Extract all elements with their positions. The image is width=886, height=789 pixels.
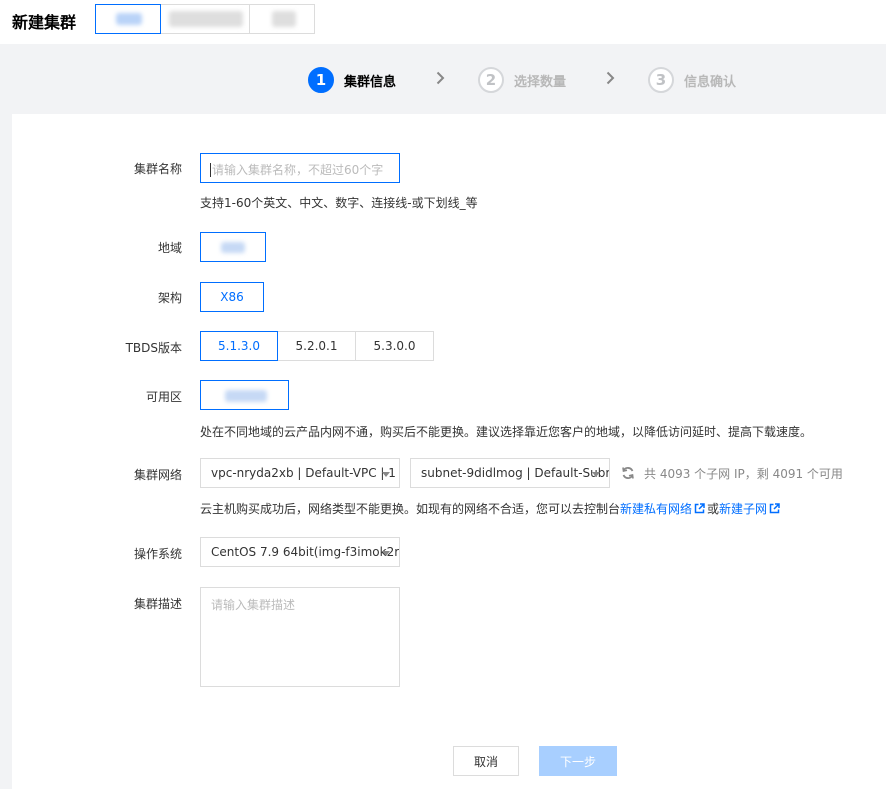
form-panel: 集群名称 请输入集群名称，不超过60个字 支持1-60个英文、中文、数字、连接线… (12, 114, 886, 789)
zone-hint: 处在不同地域的云产品内网不通，购买后不能更换。建议选择靠近您客户的地域，以降低访… (200, 425, 813, 439)
network-hint-text: 云主机购买成功后，网络类型不能更换。如现有的网络不合适，您可以去控制台 (200, 502, 621, 516)
version-option-5201[interactable]: 5.2.0.1 (277, 331, 356, 361)
version-option-5300[interactable]: 5.3.0.0 (355, 331, 434, 361)
step-label: 选择数量 (514, 74, 567, 90)
network-hint-or: 或 (707, 502, 720, 516)
redacted-text (169, 11, 243, 27)
external-link-icon (694, 502, 705, 517)
redacted-text (272, 11, 296, 27)
zone-label: 可用区 (145, 390, 182, 404)
region-label: 地域 (157, 241, 182, 255)
redacted-text (221, 242, 245, 253)
header-tabs (95, 4, 315, 34)
os-select[interactable]: CentOS 7.9 64bit(img-f3imok2r (200, 537, 400, 567)
zone-option[interactable] (200, 380, 289, 410)
external-link-icon (769, 502, 780, 517)
cluster-name-hint: 支持1-60个英文、中文、数字、连接线-或下划线_等 (200, 196, 478, 210)
header-tab-2[interactable] (160, 4, 250, 34)
arch-option-x86[interactable]: X86 (200, 282, 264, 312)
step-cluster-info: 1 集群信息 (308, 66, 396, 94)
page-title: 新建集群 (12, 13, 77, 32)
chevron-down-icon (382, 472, 390, 477)
os-select-value: CentOS 7.9 64bit(img-f3imok2r (211, 545, 400, 559)
next-step-button[interactable]: 下一步 (539, 746, 617, 776)
step-confirm: 3 信息确认 (648, 66, 736, 94)
step-select-quantity: 2 选择数量 (478, 66, 566, 94)
cluster-name-placeholder: 请输入集群名称，不超过60个字 (212, 163, 384, 177)
cancel-button[interactable]: 取消 (453, 746, 519, 776)
subnet-select[interactable]: subnet-9didlmog | Default-Subr (410, 458, 610, 488)
version-label: TBDS版本 (125, 341, 182, 355)
cluster-name-label: 集群名称 (133, 162, 182, 176)
chevron-right-icon (436, 71, 445, 88)
create-subnet-link[interactable]: 新建子网 (719, 502, 767, 516)
header-tab-3[interactable] (249, 4, 315, 34)
text-cursor (210, 162, 211, 177)
step-number: 3 (648, 67, 674, 93)
cluster-name-input[interactable]: 请输入集群名称，不超过60个字 (200, 153, 400, 183)
refresh-icon[interactable] (621, 466, 635, 483)
cluster-desc-placeholder: 请输入集群描述 (211, 598, 296, 612)
header-tab-1[interactable] (95, 4, 161, 34)
page-header: 新建集群 (0, 0, 886, 44)
network-hint: 云主机购买成功后，网络类型不能更换。如现有的网络不合适，您可以去控制台新建私有网… (200, 500, 782, 517)
step-number: 1 (308, 67, 334, 93)
chevron-right-icon (606, 71, 615, 88)
chevron-down-icon (382, 551, 390, 556)
create-vpc-link[interactable]: 新建私有网络 (620, 502, 692, 516)
os-label: 操作系统 (133, 547, 182, 561)
redacted-text (225, 390, 267, 402)
cluster-desc-textarea[interactable]: 请输入集群描述 (200, 587, 400, 687)
chevron-down-icon (592, 472, 600, 477)
subnet-select-value: subnet-9didlmog | Default-Subr (421, 466, 610, 480)
step-number: 2 (478, 67, 504, 93)
wizard-steps: 1 集群信息 2 选择数量 3 信息确认 (0, 44, 886, 114)
redacted-text (116, 13, 142, 25)
region-option[interactable] (200, 232, 266, 262)
version-option-5130[interactable]: 5.1.3.0 (200, 331, 278, 361)
desc-label: 集群描述 (133, 597, 182, 611)
network-label: 集群网络 (133, 468, 182, 482)
step-label: 信息确认 (684, 74, 737, 90)
arch-label: 架构 (157, 291, 182, 305)
step-label: 集群信息 (344, 74, 397, 90)
subnet-ip-info: 共 4093 个子网 IP，剩 4091 个可用 (644, 467, 843, 481)
vpc-select-value: vpc-nryda2xb | Default-VPC | 1 (211, 466, 396, 480)
vpc-select[interactable]: vpc-nryda2xb | Default-VPC | 1 (200, 458, 400, 488)
